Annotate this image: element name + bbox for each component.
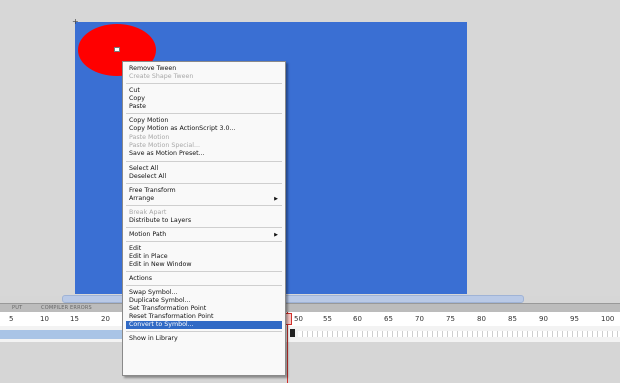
menu-item-label: Copy Motion as ActionScript 3.0... (129, 125, 236, 132)
menu-item-label: Motion Path (129, 231, 167, 238)
menu-item-edit[interactable]: Edit (126, 245, 282, 253)
menu-item-label: Duplicate Symbol... (129, 297, 191, 304)
menu-item-label: Remove Tween (129, 65, 177, 72)
menu-separator (126, 183, 282, 184)
menu-item-label: Set Transformation Point (129, 305, 207, 312)
menu-item-label: Paste Motion (129, 134, 170, 141)
menu-item-label: Deselect All (129, 173, 167, 180)
menu-separator (126, 205, 282, 206)
menu-item-copy[interactable]: Copy (126, 95, 282, 103)
ruler-number: 75 (446, 315, 455, 323)
menu-item-label: Save as Motion Preset... (129, 150, 205, 157)
menu-item-reset-transformation-point[interactable]: Reset Transformation Point (126, 313, 282, 321)
ruler-number: 50 (294, 315, 303, 323)
menu-item-convert-to-symbol[interactable]: Convert to Symbol... (126, 321, 282, 329)
menu-item-label: Show in Library (129, 335, 178, 342)
menu-item-cut[interactable]: Cut (126, 87, 282, 95)
menu-item-paste-motion: Paste Motion (126, 134, 282, 142)
menu-item-remove-tween[interactable]: Remove Tween (126, 65, 282, 73)
ruler-number: 80 (477, 315, 486, 323)
menu-item-free-transform[interactable]: Free Transform (126, 187, 282, 195)
menu-item-label: Edit in New Window (129, 261, 192, 268)
registration-mark-icon: + (72, 17, 79, 26)
ruler-number: 85 (508, 315, 517, 323)
submenu-arrow-icon: ▶ (274, 196, 278, 202)
menu-item-label: Arrange (129, 195, 155, 202)
menu-item-label: Swap Symbol... (129, 289, 178, 296)
menu-item-copy-motion-as-actionscript-3-0[interactable]: Copy Motion as ActionScript 3.0... (126, 125, 282, 133)
menu-item-edit-in-place[interactable]: Edit in Place (126, 253, 282, 261)
menu-item-label: Paste (129, 103, 146, 110)
ruler-number: 100 (601, 315, 615, 323)
ruler-number: 10 (40, 315, 49, 323)
ruler-number: 20 (101, 315, 110, 323)
menu-item-save-as-motion-preset[interactable]: Save as Motion Preset... (126, 150, 282, 158)
ruler-number: 95 (570, 315, 579, 323)
ruler-number: 60 (353, 315, 362, 323)
menu-item-label: Copy (129, 95, 145, 102)
menu-separator (126, 227, 282, 228)
ruler-number: 5 (9, 315, 14, 323)
menu-item-label: Select All (129, 165, 159, 172)
menu-separator (126, 285, 282, 286)
menu-item-label: Edit in Place (129, 253, 168, 260)
keyframe-icon[interactable] (290, 329, 295, 337)
menu-item-duplicate-symbol[interactable]: Duplicate Symbol... (126, 297, 282, 305)
tween-span[interactable] (0, 330, 122, 339)
playhead-handle[interactable] (285, 313, 292, 325)
menu-separator (126, 161, 282, 162)
menu-separator (126, 241, 282, 242)
menu-item-label: Free Transform (129, 187, 176, 194)
context-menu: Remove Tween Create Shape Tween Cut Copy Pas… (122, 61, 286, 376)
menu-item-break-apart: Break Apart (126, 209, 282, 217)
menu-item-label: Actions (129, 275, 153, 282)
submenu-arrow-icon: ▶ (274, 232, 278, 238)
menu-item-create-shape-tween: Create Shape Tween (126, 73, 282, 81)
menu-item-paste[interactable]: Paste (126, 103, 282, 111)
menu-item-paste-motion-special: Paste Motion Special... (126, 142, 282, 150)
menu-item-label: Create Shape Tween (129, 73, 194, 80)
menu-item-label: Reset Transformation Point (129, 313, 214, 320)
menu-item-copy-motion[interactable]: Copy Motion (126, 117, 282, 125)
menu-item-actions[interactable]: Actions (126, 275, 282, 283)
menu-separator (126, 113, 282, 114)
menu-item-label: Copy Motion (129, 117, 169, 124)
timeline-ruler[interactable]: 5 10 15 20 50 55 60 65 70 75 80 85 90 95… (0, 312, 620, 327)
menu-item-label: Cut (129, 87, 140, 94)
menu-item-edit-in-new-window[interactable]: Edit in New Window (126, 261, 282, 269)
ruler-number: 15 (70, 315, 79, 323)
menu-item-distribute-to-layers[interactable]: Distribute to Layers (126, 217, 282, 225)
transformation-point-icon[interactable] (114, 47, 120, 52)
menu-item-deselect-all[interactable]: Deselect All (126, 173, 282, 181)
menu-separator (126, 271, 282, 272)
menu-item-set-transformation-point[interactable]: Set Transformation Point (126, 305, 282, 313)
menu-separator (126, 331, 282, 332)
ruler-number: 70 (415, 315, 424, 323)
menu-item-label: Break Apart (129, 209, 167, 216)
menu-item-swap-symbol[interactable]: Swap Symbol... (126, 289, 282, 297)
menu-item-select-all[interactable]: Select All (126, 165, 282, 173)
menu-item-label: Distribute to Layers (129, 217, 192, 224)
empty-frame-cells[interactable] (298, 331, 620, 337)
menu-item-label: Convert to Symbol... (129, 321, 194, 328)
menu-item-label: Edit (129, 245, 142, 252)
ruler-number: 90 (539, 315, 548, 323)
menu-separator (126, 83, 282, 84)
menu-item-label: Paste Motion Special... (129, 142, 201, 149)
ruler-number: 55 (323, 315, 332, 323)
menu-item-motion-path[interactable]: Motion Path ▶ (126, 231, 282, 239)
ruler-number: 65 (384, 315, 393, 323)
timeline-footer (0, 342, 620, 383)
menu-item-arrange[interactable]: Arrange ▶ (126, 195, 282, 203)
menu-item-show-in-library[interactable]: Show in Library (126, 335, 282, 343)
